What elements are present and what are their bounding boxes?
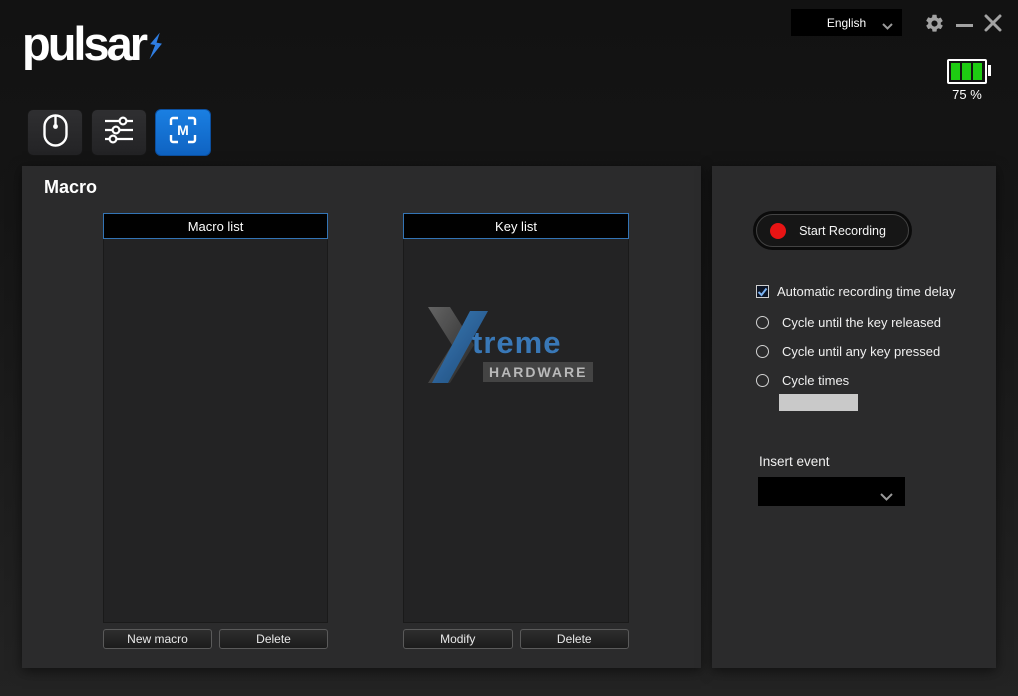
modify-key-button[interactable]: Modify	[403, 629, 513, 649]
cycle-until-released-radio-row[interactable]: Cycle until the key released	[756, 315, 941, 330]
pulsar-logo: pulsar	[22, 17, 165, 70]
battery-icon	[947, 59, 991, 84]
mouse-icon	[42, 113, 68, 152]
pulsar-app-window: { "titlebar": { "language_selector": { "…	[0, 0, 1018, 696]
recording-panel: Start Recording Automatic recording time…	[712, 166, 996, 668]
start-recording-label: Start Recording	[799, 223, 886, 238]
key-list-header: Key list	[403, 213, 629, 239]
delete-key-button[interactable]: Delete	[519, 629, 629, 649]
macro-list-buttons: New macro Delete	[103, 629, 328, 649]
macro-panel: Macro Macro list New macro Delete Key li…	[22, 166, 701, 668]
auto-delay-checkbox[interactable]	[756, 285, 769, 298]
cycle-until-pressed-radio-row[interactable]: Cycle until any key pressed	[756, 344, 940, 359]
macro-list-column: Macro list New macro Delete	[103, 213, 328, 649]
tab-macro[interactable]: M	[155, 109, 211, 156]
cycle-times-radio[interactable]	[756, 374, 769, 387]
page-title: Macro	[44, 177, 98, 197]
cycle-until-pressed-label: Cycle until any key pressed	[782, 344, 941, 359]
key-list-column: Key list treme HARDWARE Modify Delete	[403, 213, 629, 649]
pulsar-logo-text: pulsar	[22, 17, 148, 70]
cycle-until-released-radio[interactable]	[756, 316, 769, 329]
cycle-times-radio-row[interactable]: Cycle times	[756, 373, 849, 388]
insert-event-dropdown[interactable]	[758, 477, 905, 506]
language-dropdown-value: English	[826, 15, 867, 30]
xtreme-hardware-watermark: treme HARDWARE	[426, 305, 616, 389]
auto-delay-label: Automatic recording time delay	[777, 284, 956, 299]
battery-indicator: 75 %	[941, 59, 993, 102]
cycle-until-released-label: Cycle until the key released	[782, 315, 941, 330]
chevron-down-icon	[882, 19, 893, 33]
tab-settings[interactable]	[91, 109, 147, 156]
record-dot-icon	[770, 223, 786, 239]
language-dropdown[interactable]: English	[791, 9, 902, 36]
watermark-treme-text: treme	[472, 325, 562, 360]
tab-mouse[interactable]	[27, 109, 83, 156]
lightning-bolt-icon	[145, 31, 165, 66]
key-list[interactable]: treme HARDWARE	[403, 239, 629, 623]
close-icon[interactable]	[984, 14, 1002, 32]
macro-list[interactable]	[103, 239, 328, 623]
window-controls	[924, 10, 1002, 36]
watermark-hardware-text: HARDWARE	[483, 362, 594, 382]
new-macro-button[interactable]: New macro	[103, 629, 212, 649]
minimize-icon[interactable]	[956, 20, 973, 27]
battery-percent-label: 75 %	[952, 87, 982, 102]
cycle-times-label: Cycle times	[782, 373, 850, 388]
macro-brackets-icon: M	[169, 116, 197, 149]
key-list-buttons: Modify Delete	[403, 629, 629, 649]
insert-event-label: Insert event	[759, 454, 830, 469]
chevron-down-icon	[880, 488, 893, 506]
cycle-times-input[interactable]	[779, 394, 858, 411]
start-recording-button[interactable]: Start Recording	[756, 214, 909, 247]
svg-text:M: M	[177, 122, 189, 138]
delete-macro-button[interactable]: Delete	[219, 629, 328, 649]
main-tabs: M	[27, 109, 211, 156]
auto-delay-checkbox-row[interactable]: Automatic recording time delay	[756, 284, 955, 299]
macro-list-header: Macro list	[103, 213, 328, 239]
sliders-icon	[104, 116, 134, 149]
cycle-until-pressed-radio[interactable]	[756, 345, 769, 358]
gear-icon[interactable]	[924, 13, 945, 34]
